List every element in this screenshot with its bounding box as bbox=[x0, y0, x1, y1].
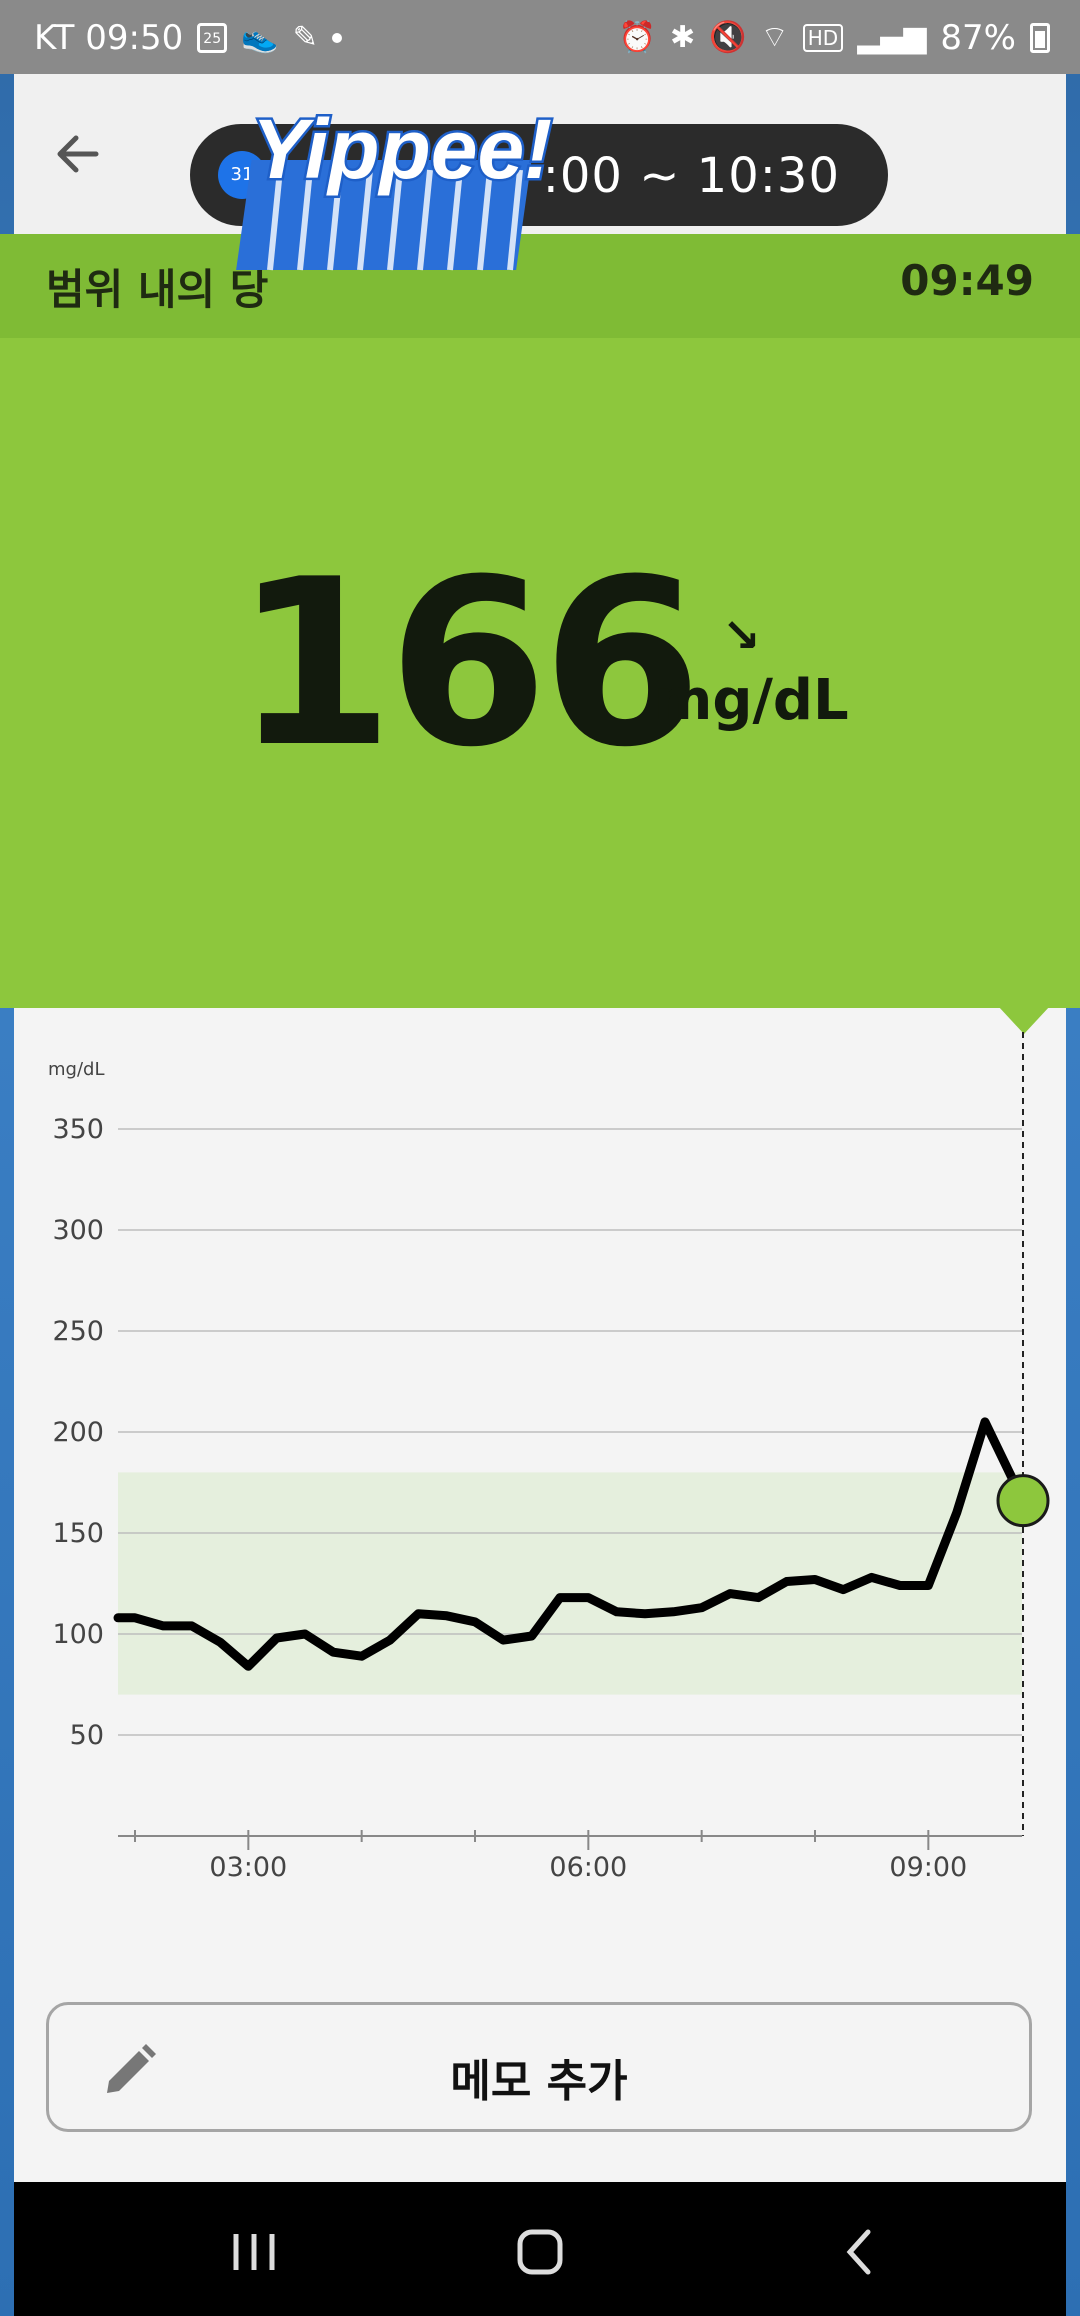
battery-percent: 87% bbox=[940, 18, 1016, 58]
time-range-text: :00 ~ 10:30 bbox=[542, 148, 840, 204]
sticker-text: Yippee! bbox=[252, 102, 552, 196]
shoe-notification-icon: 👟 bbox=[241, 20, 279, 55]
system-nav-bar bbox=[14, 2182, 1066, 2316]
recent-apps-icon[interactable] bbox=[214, 2222, 294, 2282]
yippee-sticker: Yippee! bbox=[236, 100, 555, 271]
add-memo-button[interactable]: 메모 추가 bbox=[46, 2002, 1032, 2132]
status-carrier-time: KT 09:50 bbox=[34, 18, 184, 58]
back-nav-icon[interactable] bbox=[820, 2222, 900, 2282]
bluetooth-icon: ✱ bbox=[670, 20, 696, 55]
y-axis-unit-label: mg/dL bbox=[48, 1059, 104, 1080]
y-tick-label: 50 bbox=[70, 1720, 104, 1751]
calendar-notification-icon: 25 bbox=[197, 23, 228, 53]
signal-icon: ▂▄▆ bbox=[857, 20, 927, 55]
y-tick-label: 100 bbox=[52, 1619, 104, 1650]
alarm-icon: ⏰ bbox=[618, 20, 657, 55]
sneaker-notification-icon: ✎ bbox=[292, 20, 318, 55]
glucose-unit: mg/dL bbox=[654, 668, 849, 733]
y-tick-label: 150 bbox=[52, 1518, 104, 1549]
wifi-icon: ⌔ bbox=[760, 20, 789, 55]
trend-arrow-icon: ↘ bbox=[722, 608, 761, 662]
reading-time: 09:49 bbox=[900, 256, 1034, 305]
current-reading-marker[interactable] bbox=[996, 1474, 1050, 1528]
hd-voice-icon: HD bbox=[802, 24, 844, 52]
glucose-reading-panel: 166 ↘ mg/dL bbox=[0, 338, 1080, 1008]
battery-icon bbox=[1030, 23, 1050, 53]
glucose-chart[interactable]: mg/dL 350 300 250 200 150 100 50 03:00 06:00 09:00 bbox=[0, 1008, 1080, 1888]
more-notifications-dot bbox=[331, 33, 342, 43]
status-bar: KT 09:50 25 👟 ✎ ⏰ ✱ 🔇 ⌔ HD ▂▄▆ 87% bbox=[0, 0, 1080, 74]
add-memo-label: 메모 추가 bbox=[450, 2056, 628, 2107]
mute-icon: 🔇 bbox=[709, 20, 747, 55]
home-icon[interactable] bbox=[500, 2222, 580, 2282]
y-tick-label: 250 bbox=[52, 1316, 104, 1347]
x-tick-label: 06:00 bbox=[549, 1852, 627, 1883]
x-tick-label: 09:00 bbox=[889, 1852, 967, 1883]
x-tick-label: 03:00 bbox=[209, 1852, 287, 1883]
y-tick-label: 300 bbox=[52, 1215, 104, 1246]
y-tick-label: 200 bbox=[52, 1417, 104, 1448]
y-tick-label: 350 bbox=[52, 1114, 104, 1145]
back-arrow-icon[interactable] bbox=[50, 124, 110, 184]
glucose-value: 166 bbox=[234, 531, 702, 798]
